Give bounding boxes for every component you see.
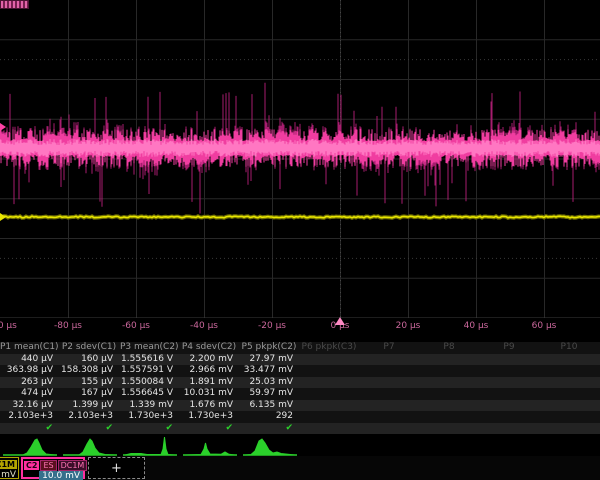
c1-coupling-badge: DC1M xyxy=(0,460,17,469)
measure-value-cell: 160 µV xyxy=(60,354,120,365)
measure-column-header[interactable]: P7 xyxy=(360,342,420,353)
measure-column-header[interactable]: P2 sdev(C1) xyxy=(60,342,120,353)
status-check-icon: ✔ xyxy=(120,423,180,434)
table-row: 32.16 µV1.399 µV1.339 mV1.676 mV6.135 mV xyxy=(0,400,600,412)
table-row: 2.103e+32.103e+31.730e+31.730e+3292 xyxy=(0,411,600,423)
waveform-traces xyxy=(0,0,600,318)
table-row: 474 µV167 µV1.556645 V10.031 mV59.97 mV xyxy=(0,388,600,400)
measure-value-cell: 263 µV xyxy=(0,377,60,388)
time-axis-label: -20 µs xyxy=(258,321,286,331)
c1-level-marker-icon[interactable] xyxy=(0,213,6,221)
c2-descriptor-box[interactable]: C2 ES DC1M 10.0 mV xyxy=(21,457,85,479)
measurement-histicons[interactable] xyxy=(0,435,600,457)
c2-vertical-scale: 10.0 mV xyxy=(39,471,83,480)
measure-column-header[interactable]: P6 pkpk(C3) xyxy=(300,342,360,353)
status-check-icon: ✔ xyxy=(60,423,120,434)
waveform-grid-area[interactable] xyxy=(0,0,600,318)
c2-coupling-badge: DC1M xyxy=(58,460,88,471)
measure-value-cell: 2.103e+3 xyxy=(60,411,120,422)
add-trace-button[interactable]: + xyxy=(88,457,145,479)
measure-value-cell: 158.308 µV xyxy=(60,365,120,376)
time-axis-label: -100 µs xyxy=(0,321,17,331)
c2-level-marker-icon[interactable] xyxy=(0,123,6,131)
measure-value-cell: 32.16 µV xyxy=(0,400,60,411)
c2-channel-badge: C2 xyxy=(24,461,39,470)
oscilloscope-screen: -100 µs-80 µs-60 µs-40 µs-20 µs0 µs20 µs… xyxy=(0,0,600,480)
measure-value-cell: 2.103e+3 xyxy=(0,411,60,422)
status-check-icon: ✔ xyxy=(180,423,240,434)
measure-value-cell: 363.98 µV xyxy=(0,365,60,376)
c1-descriptor-box[interactable]: DC1M 10.0 mV xyxy=(0,457,19,479)
trigger-position-icon[interactable] xyxy=(335,317,345,325)
measure-value-cell: 1.676 mV xyxy=(180,400,240,411)
time-axis: -100 µs-80 µs-60 µs-40 µs-20 µs0 µs20 µs… xyxy=(0,318,600,334)
measure-value-cell: 2.200 mV xyxy=(180,354,240,365)
time-axis-label: 60 µs xyxy=(532,321,557,331)
measure-value-cell: 167 µV xyxy=(60,388,120,399)
measure-value-cell: 10.031 mV xyxy=(180,388,240,399)
histicon-p2[interactable] xyxy=(61,435,119,457)
table-row: P1 mean(C1)P2 sdev(C1)P3 mean(C2)P4 sdev… xyxy=(0,342,600,354)
measure-value-cell: 1.556645 V xyxy=(120,388,180,399)
measure-value-cell: 1.550084 V xyxy=(120,377,180,388)
measurement-table: P1 mean(C1)P2 sdev(C1)P3 mean(C2)P4 sdev… xyxy=(0,342,600,434)
table-row: 440 µV160 µV1.555616 V2.200 mV27.97 mV xyxy=(0,354,600,366)
measure-value-cell: 1.399 µV xyxy=(60,400,120,411)
descriptor-bar: DC1M 10.0 mV C2 ES DC1M 10.0 mV + HD 12 … xyxy=(0,456,600,480)
measure-value-cell: 33.477 mV xyxy=(240,365,300,376)
status-check-icon: ✔ xyxy=(240,423,300,434)
histicon-p1[interactable] xyxy=(1,435,59,457)
trace-annotation-badge xyxy=(0,0,29,9)
measure-column-header[interactable]: P1 mean(C1) xyxy=(0,342,60,353)
measure-value-cell: 27.97 mV xyxy=(240,354,300,365)
time-axis-label: -80 µs xyxy=(54,321,82,331)
measure-value-cell: 292 xyxy=(240,411,300,422)
c2-eres-badge: ES xyxy=(40,460,56,471)
measure-value-cell: 1.557591 V xyxy=(120,365,180,376)
time-axis-label: 40 µs xyxy=(464,321,489,331)
time-axis-label: 20 µs xyxy=(396,321,421,331)
measure-value-cell: 1.555616 V xyxy=(120,354,180,365)
measure-value-cell: 2.966 mV xyxy=(180,365,240,376)
status-check-icon: ✔ xyxy=(0,423,60,434)
measure-column-header[interactable]: P4 sdev(C2) xyxy=(180,342,240,353)
plus-icon: + xyxy=(111,462,122,475)
measure-column-header[interactable]: P8 xyxy=(420,342,480,353)
measure-value-cell: 1.339 mV xyxy=(120,400,180,411)
histicon-p5[interactable] xyxy=(241,435,299,457)
c1-vertical-scale: 10.0 mV xyxy=(0,469,18,480)
measure-value-cell: 474 µV xyxy=(0,388,60,399)
measure-value-cell: 1.730e+3 xyxy=(120,411,180,422)
measure-value-cell: 1.730e+3 xyxy=(180,411,240,422)
table-row: 263 µV155 µV1.550084 V1.891 mV25.03 mV xyxy=(0,377,600,389)
measure-value-cell: 6.135 mV xyxy=(240,400,300,411)
measure-column-header[interactable]: P5 pkpk(C2) xyxy=(240,342,300,353)
measure-value-cell: 155 µV xyxy=(60,377,120,388)
measure-value-cell: 59.97 mV xyxy=(240,388,300,399)
measure-column-header[interactable]: P3 mean(C2) xyxy=(120,342,180,353)
time-axis-label: -60 µs xyxy=(122,321,150,331)
table-row: 363.98 µV158.308 µV1.557591 V2.966 mV33.… xyxy=(0,365,600,377)
measure-value-cell: 440 µV xyxy=(0,354,60,365)
measure-column-header[interactable]: P10 xyxy=(540,342,600,353)
measure-column-header[interactable]: P9 xyxy=(480,342,540,353)
histicon-p3[interactable] xyxy=(121,435,179,457)
time-axis-label: -40 µs xyxy=(190,321,218,331)
measure-value-cell: 1.891 mV xyxy=(180,377,240,388)
table-row: ✔✔✔✔✔ xyxy=(0,423,600,435)
histicon-p4[interactable] xyxy=(181,435,239,457)
measure-value-cell: 25.03 mV xyxy=(240,377,300,388)
